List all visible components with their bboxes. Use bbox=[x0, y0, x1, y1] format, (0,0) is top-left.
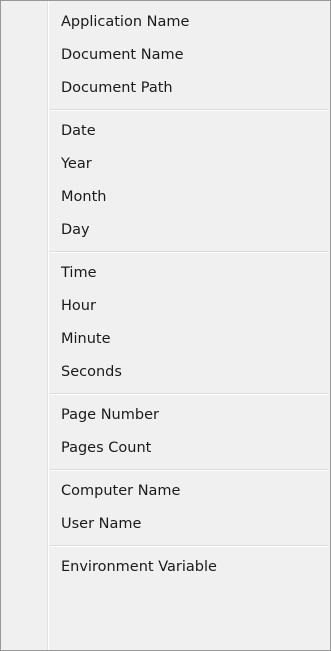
menu-item-minute[interactable]: Minute bbox=[1, 323, 330, 356]
context-menu: Application Name Document Name Document … bbox=[0, 0, 331, 651]
menu-item-day[interactable]: Day bbox=[1, 214, 330, 247]
menu-item-seconds[interactable]: Seconds bbox=[1, 356, 330, 389]
menu-item-application-name[interactable]: Application Name bbox=[1, 6, 330, 39]
menu-separator bbox=[1, 105, 330, 115]
menu-item-list: Application Name Document Name Document … bbox=[1, 6, 330, 584]
menu-separator bbox=[1, 247, 330, 257]
menu-item-document-name[interactable]: Document Name bbox=[1, 39, 330, 72]
menu-separator bbox=[1, 465, 330, 475]
menu-item-month[interactable]: Month bbox=[1, 181, 330, 214]
menu-item-time[interactable]: Time bbox=[1, 257, 330, 290]
menu-item-document-path[interactable]: Document Path bbox=[1, 72, 330, 105]
menu-item-computer-name[interactable]: Computer Name bbox=[1, 475, 330, 508]
menu-item-year[interactable]: Year bbox=[1, 148, 330, 181]
menu-separator bbox=[1, 541, 330, 551]
menu-separator bbox=[1, 389, 330, 399]
menu-item-user-name[interactable]: User Name bbox=[1, 508, 330, 541]
menu-item-page-number[interactable]: Page Number bbox=[1, 399, 330, 432]
menu-item-date[interactable]: Date bbox=[1, 115, 330, 148]
menu-item-hour[interactable]: Hour bbox=[1, 290, 330, 323]
menu-item-environment-variable[interactable]: Environment Variable bbox=[1, 551, 330, 584]
menu-item-pages-count[interactable]: Pages Count bbox=[1, 432, 330, 465]
